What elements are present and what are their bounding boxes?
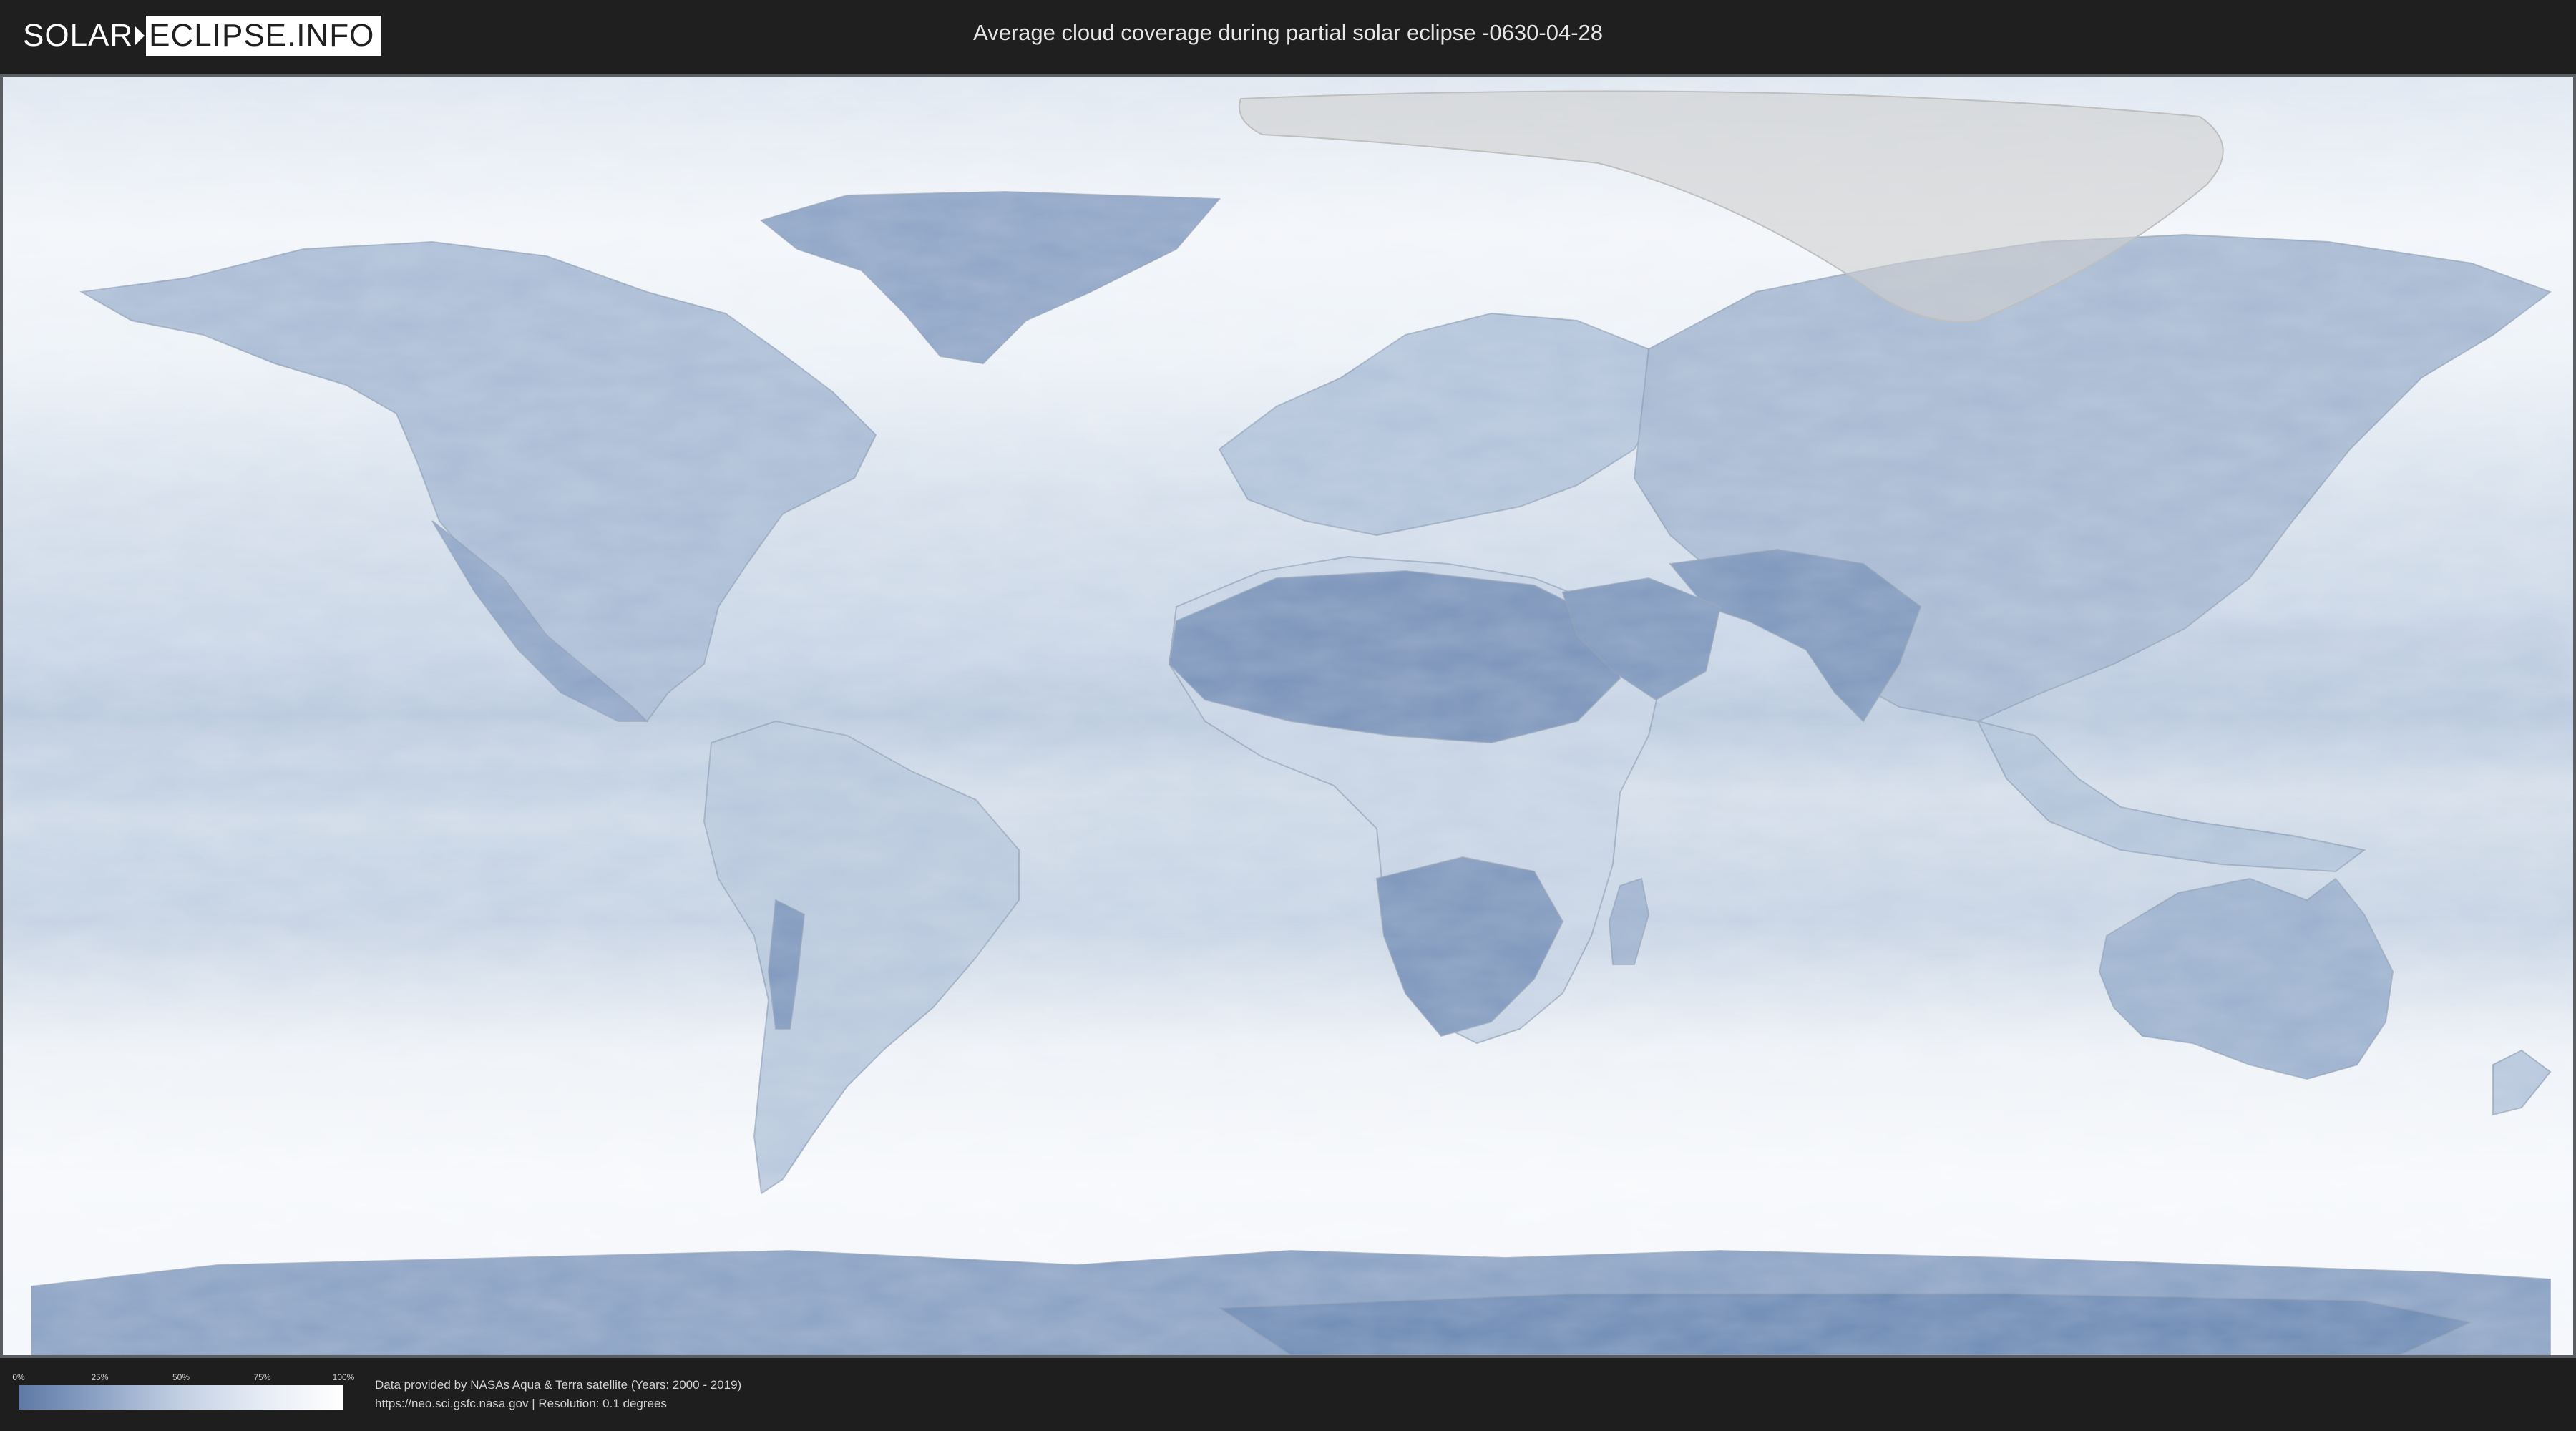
page-title: Average cloud coverage during partial so… (972, 20, 1604, 45)
legend-color-bar (19, 1385, 343, 1410)
data-credit: Data provided by NASAs Aqua & Terra sate… (375, 1378, 742, 1392)
cloud-coverage-map[interactable] (0, 74, 2576, 1358)
header-bar: SOLAR ECLIPSE.INFO Average cloud coverag… (0, 0, 2576, 71)
data-source-link[interactable]: https://neo.sci.gsfc.nasa.gov | Resoluti… (375, 1397, 667, 1411)
legend-tick-25: 25% (91, 1372, 109, 1382)
world-map[interactable] (3, 77, 2573, 1355)
legend-tick-50: 50% (172, 1372, 190, 1382)
legend-tick-labels: 0% 25% 50% 75% 100% (12, 1372, 354, 1384)
legend-tick-0: 0% (12, 1372, 25, 1382)
footer-bar: 0% 25% 50% 75% 100% Data provided by NAS… (0, 1358, 2576, 1431)
cloud-texture (3, 77, 2573, 1355)
legend-tick-100: 100% (332, 1372, 355, 1382)
legend-tick-75: 75% (253, 1372, 271, 1382)
